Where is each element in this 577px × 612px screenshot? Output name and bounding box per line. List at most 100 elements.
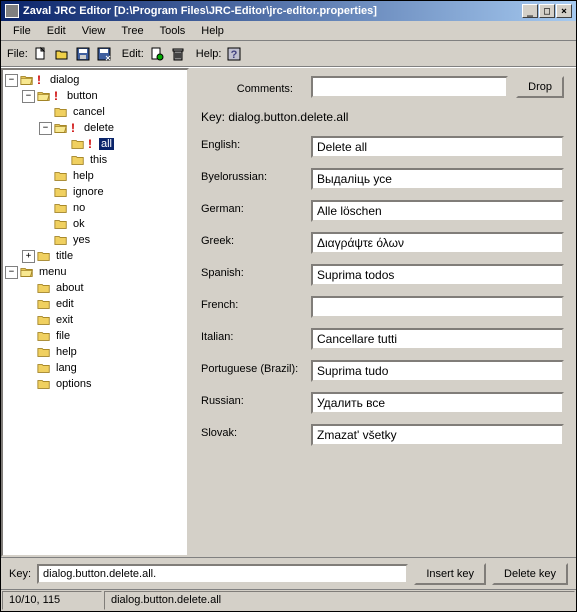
folder-open-icon bbox=[20, 73, 34, 87]
tree-node-title[interactable]: title bbox=[54, 250, 75, 262]
folder-icon bbox=[37, 345, 51, 359]
toolbar-file-label: File: bbox=[5, 48, 30, 60]
tree-expander[interactable]: + bbox=[22, 250, 35, 263]
folder-icon bbox=[37, 281, 51, 295]
german-label: German: bbox=[201, 200, 311, 215]
tree-node-menu[interactable]: menu bbox=[37, 266, 69, 278]
tree-node-file[interactable]: file bbox=[54, 330, 72, 342]
folder-icon bbox=[71, 153, 85, 167]
tree-node-dialog[interactable]: dialog bbox=[48, 74, 81, 86]
menu-file[interactable]: File bbox=[5, 23, 39, 38]
menu-tools[interactable]: Tools bbox=[152, 23, 194, 38]
open-file-icon[interactable] bbox=[52, 44, 72, 64]
tree-node-yes[interactable]: yes bbox=[71, 234, 92, 246]
russian-label: Russian: bbox=[201, 392, 311, 407]
tree-node-options[interactable]: options bbox=[54, 378, 93, 390]
new-key-icon[interactable] bbox=[147, 44, 167, 64]
tree-expander[interactable]: − bbox=[39, 122, 52, 135]
folder-icon bbox=[37, 329, 51, 343]
key-input[interactable] bbox=[37, 564, 408, 584]
slovak-label: Slovak: bbox=[201, 424, 311, 439]
folder-icon bbox=[54, 169, 68, 183]
menu-tree[interactable]: Tree bbox=[113, 23, 151, 38]
tree-node-no[interactable]: no bbox=[71, 202, 87, 214]
menu-help[interactable]: Help bbox=[193, 23, 232, 38]
folder-icon bbox=[54, 201, 68, 215]
tree-node-edit[interactable]: edit bbox=[54, 298, 76, 310]
folder-icon bbox=[37, 361, 51, 375]
tree-node-this[interactable]: this bbox=[88, 154, 109, 166]
spanish-input[interactable] bbox=[311, 264, 564, 286]
key-label: Key: bbox=[9, 568, 31, 580]
folder-open-icon bbox=[54, 121, 68, 135]
bottom-bar: Key: Insert key Delete key bbox=[1, 557, 576, 589]
english-input[interactable] bbox=[311, 136, 564, 158]
toolbar: File: Edit: Help: ? bbox=[1, 41, 576, 67]
key-display: Key: dialog.button.delete.all bbox=[201, 110, 564, 124]
status-position: 10/10, 115 bbox=[2, 591, 102, 610]
menu-edit[interactable]: Edit bbox=[39, 23, 74, 38]
status-bar: 10/10, 115 dialog.button.delete.all bbox=[1, 589, 576, 611]
tree-node-button[interactable]: button bbox=[65, 90, 100, 102]
english-label: English: bbox=[201, 136, 311, 151]
tree-expander[interactable]: − bbox=[5, 74, 18, 87]
close-button[interactable]: × bbox=[556, 4, 572, 18]
french-label: French: bbox=[201, 296, 311, 311]
window-title: Zaval JRC Editor [D:\Program Files\JRC-E… bbox=[23, 5, 522, 17]
russian-input[interactable] bbox=[311, 392, 564, 414]
slovak-input[interactable] bbox=[311, 424, 564, 446]
spanish-label: Spanish: bbox=[201, 264, 311, 279]
help-icon[interactable]: ? bbox=[224, 44, 244, 64]
new-file-icon[interactable] bbox=[31, 44, 51, 64]
tree-node-all[interactable]: all bbox=[99, 138, 114, 150]
italian-label: Italian: bbox=[201, 328, 311, 343]
greek-input[interactable] bbox=[311, 232, 564, 254]
tree-node-about[interactable]: about bbox=[54, 282, 86, 294]
tree-node-lang[interactable]: lang bbox=[54, 362, 79, 374]
svg-text:?: ? bbox=[231, 49, 238, 61]
french-input[interactable] bbox=[311, 296, 564, 318]
tree-expander[interactable]: − bbox=[22, 90, 35, 103]
minimize-button[interactable]: _ bbox=[522, 4, 538, 18]
tree-node-help[interactable]: help bbox=[54, 346, 79, 358]
tree-node-delete[interactable]: delete bbox=[82, 122, 116, 134]
folder-icon bbox=[37, 313, 51, 327]
folder-icon bbox=[54, 233, 68, 247]
menu-view[interactable]: View bbox=[74, 23, 114, 38]
portuguese-input[interactable] bbox=[311, 360, 564, 382]
toolbar-help-label: Help: bbox=[194, 48, 224, 60]
folder-icon bbox=[54, 217, 68, 231]
folder-icon bbox=[37, 249, 51, 263]
byelorussian-input[interactable] bbox=[311, 168, 564, 190]
byelorussian-label: Byelorussian: bbox=[201, 168, 311, 183]
comments-label: Comments: bbox=[201, 80, 311, 95]
tree-node-cancel[interactable]: cancel bbox=[71, 106, 107, 118]
folder-open-icon bbox=[37, 89, 51, 103]
status-path: dialog.button.delete.all bbox=[104, 591, 575, 610]
delete-key-icon[interactable] bbox=[168, 44, 188, 64]
greek-label: Greek: bbox=[201, 232, 311, 247]
tree-node-exit[interactable]: exit bbox=[54, 314, 75, 326]
tree-expander[interactable]: − bbox=[5, 266, 18, 279]
tree-node-ok[interactable]: ok bbox=[71, 218, 87, 230]
folder-icon bbox=[54, 105, 68, 119]
toolbar-edit-label: Edit: bbox=[120, 48, 146, 60]
portuguese-label: Portuguese (Brazil): bbox=[201, 360, 311, 375]
folder-icon bbox=[37, 297, 51, 311]
tree-node-ignore[interactable]: ignore bbox=[71, 186, 106, 198]
app-icon bbox=[5, 4, 19, 18]
save-file-icon[interactable] bbox=[73, 44, 93, 64]
insert-key-button[interactable]: Insert key bbox=[414, 563, 486, 585]
window-titlebar: Zaval JRC Editor [D:\Program Files\JRC-E… bbox=[1, 1, 576, 21]
delete-key-button[interactable]: Delete key bbox=[492, 563, 568, 585]
comments-input[interactable] bbox=[311, 76, 508, 98]
italian-input[interactable] bbox=[311, 328, 564, 350]
german-input[interactable] bbox=[311, 200, 564, 222]
maximize-button[interactable]: □ bbox=[539, 4, 555, 18]
tree-node-help[interactable]: help bbox=[71, 170, 96, 182]
save-as-icon[interactable] bbox=[94, 44, 114, 64]
folder-icon bbox=[54, 185, 68, 199]
tree-panel[interactable]: −!dialog −!button cancel −!delete !all bbox=[1, 68, 189, 557]
drop-button[interactable]: Drop bbox=[516, 76, 564, 98]
form-panel: Comments: Drop Key: dialog.button.delete… bbox=[189, 68, 576, 557]
